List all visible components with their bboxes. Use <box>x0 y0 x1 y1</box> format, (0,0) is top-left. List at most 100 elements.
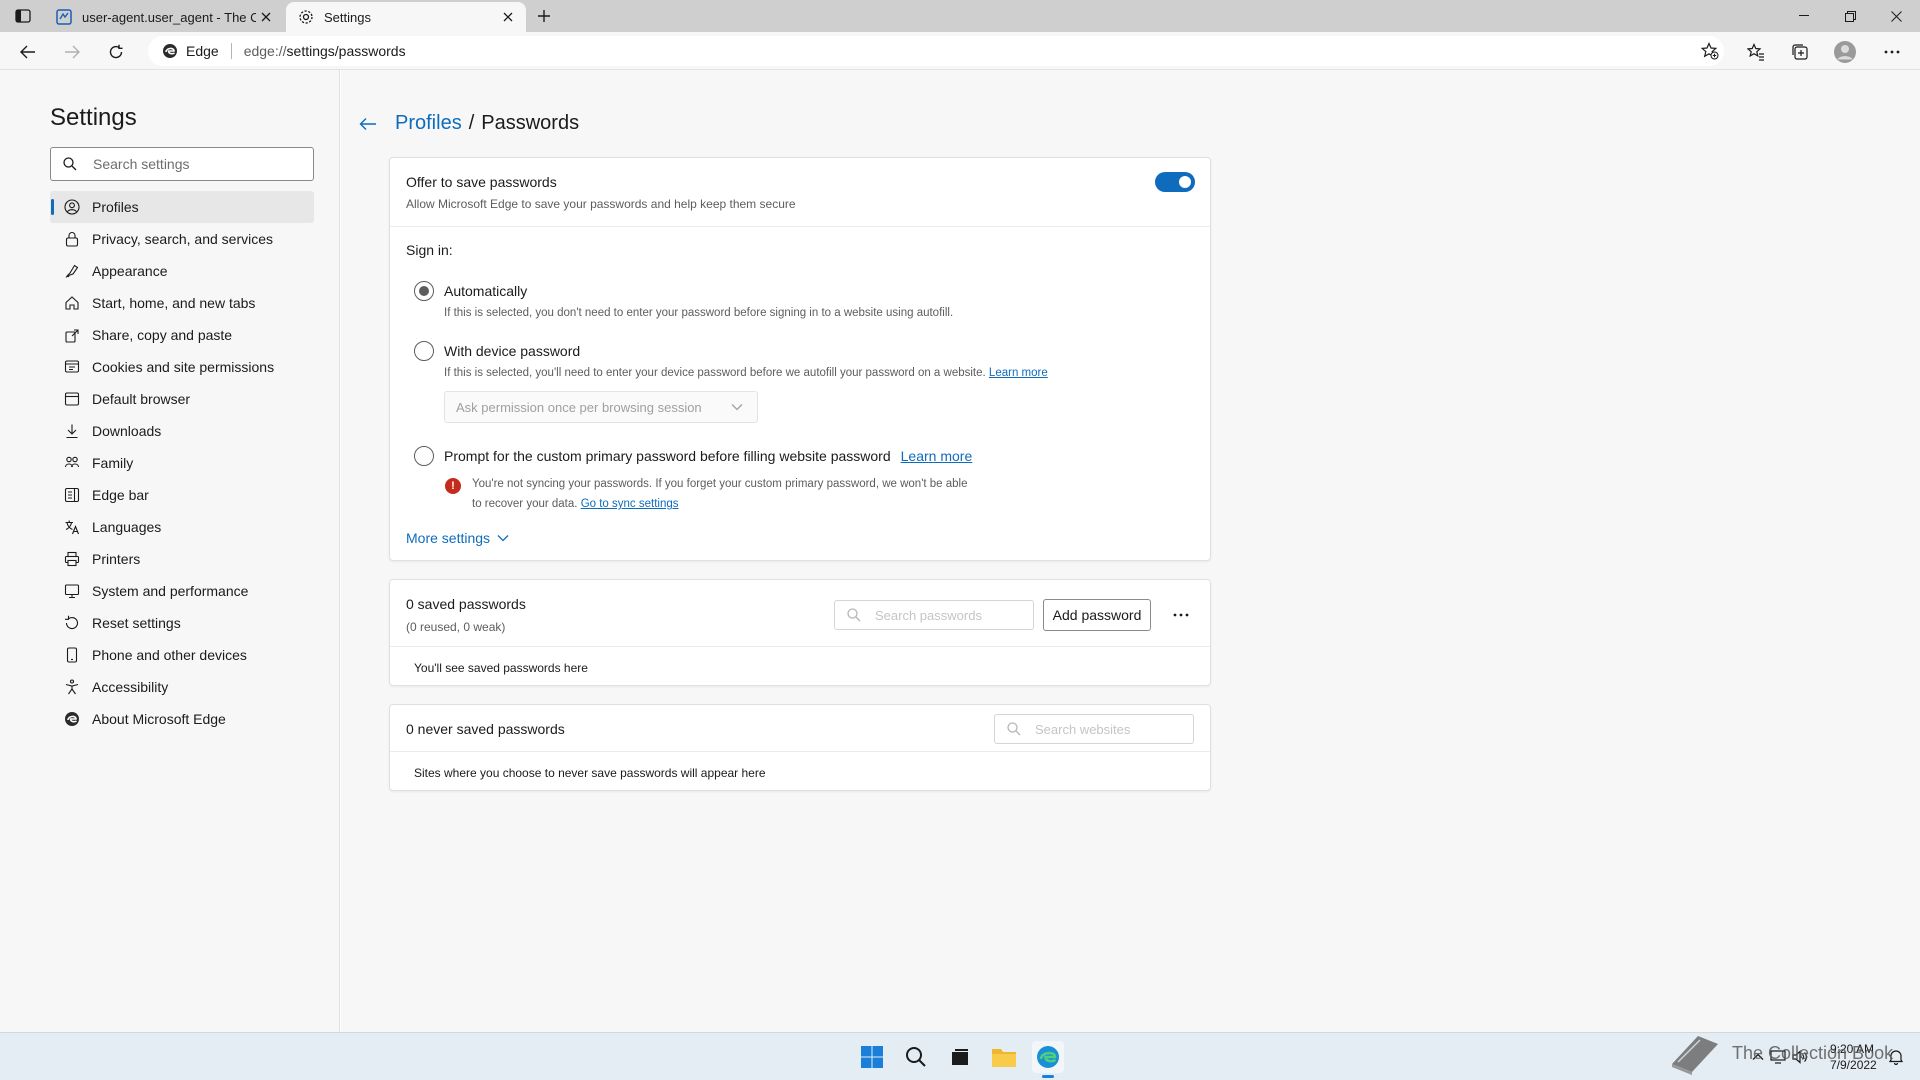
sidebar-item-share[interactable]: Share, copy and paste <box>50 319 314 351</box>
search-icon <box>847 608 861 622</box>
password-settings-card: Offer to save passwords Allow Microsoft … <box>389 157 1211 561</box>
custom-learn-more-link[interactable]: Learn more <box>901 448 973 464</box>
divider <box>390 226 1210 227</box>
forward-arrow-icon[interactable] <box>58 38 86 66</box>
never-saved-empty: Sites where you choose to never save pas… <box>414 766 766 780</box>
watermark-text: The Collection Book <box>1732 1042 1894 1063</box>
radio-dot <box>419 286 429 296</box>
saved-passwords-subtitle: (0 reused, 0 weak) <box>406 620 506 634</box>
radio-automatically[interactable] <box>414 281 434 301</box>
sidebar-item-privacy[interactable]: Privacy, search, and services <box>50 223 314 255</box>
sidebar-item-label: Start, home, and new tabs <box>92 295 256 311</box>
sidebar-item-default-browser[interactable]: Default browser <box>50 383 314 415</box>
breadcrumb-profiles-link[interactable]: Profiles <box>395 112 462 135</box>
restore-icon[interactable] <box>1827 0 1873 32</box>
back-arrow-icon[interactable] <box>14 38 42 66</box>
sidebar-item-profiles[interactable]: Profiles <box>50 191 314 223</box>
radio-custom-primary-password[interactable] <box>414 446 434 466</box>
more-menu-icon[interactable] <box>1878 38 1906 66</box>
close-window-icon[interactable] <box>1873 0 1919 32</box>
sidebar-item-system[interactable]: System and performance <box>50 575 314 607</box>
back-arrow-icon[interactable] <box>357 113 379 135</box>
search-websites-input[interactable]: Search websites <box>994 714 1194 744</box>
close-tab-icon[interactable] <box>498 7 518 27</box>
error-icon: ! <box>445 478 461 494</box>
automatically-desc: If this is selected, you don't need to e… <box>444 307 954 319</box>
minimize-icon[interactable] <box>1781 0 1827 32</box>
device-learn-more-link[interactable]: Learn more <box>989 367 1048 379</box>
sidebar-item-about[interactable]: About Microsoft Edge <box>50 703 314 735</box>
device-password-desc: If this is selected, you'll need to ente… <box>444 367 986 379</box>
search-icon[interactable] <box>900 1041 932 1073</box>
sidebar-item-languages[interactable]: Languages <box>50 511 314 543</box>
new-tab-plus-icon[interactable] <box>532 5 556 27</box>
phone-icon <box>64 647 80 663</box>
lock-icon <box>64 231 80 247</box>
collections-icon[interactable] <box>1786 38 1814 66</box>
sidebar-item-edge-bar[interactable]: Edge bar <box>50 479 314 511</box>
cookies-icon <box>64 359 80 375</box>
profile-avatar[interactable] <box>1831 38 1859 66</box>
sidebar-item-printers[interactable]: Printers <box>50 543 314 575</box>
tab-user-agent[interactable]: user-agent.user_agent - The Coll <box>44 2 284 32</box>
close-tab-icon[interactable] <box>256 7 276 27</box>
url-text: edge://settings/passwords <box>244 43 406 59</box>
search-settings-input[interactable]: Search settings <box>50 147 314 181</box>
sidebar-item-phone[interactable]: Phone and other devices <box>50 639 314 671</box>
more-options-icon[interactable] <box>1167 601 1195 629</box>
sidebar-item-label: Default browser <box>92 391 191 407</box>
sidebar-item-label: Privacy, search, and services <box>92 231 274 247</box>
add-password-button[interactable]: Add password <box>1043 599 1151 631</box>
sidebar-item-label: Accessibility <box>92 679 169 695</box>
task-view-icon[interactable] <box>944 1041 976 1073</box>
sidebar-item-downloads[interactable]: Downloads <box>50 415 314 447</box>
address-bar[interactable]: Edge edge://settings/passwords <box>148 36 1724 66</box>
radio-device-password[interactable] <box>414 341 434 361</box>
sidebar-item-reset[interactable]: Reset settings <box>50 607 314 639</box>
add-favorite-star-icon[interactable] <box>1696 39 1724 63</box>
windows-start-icon[interactable] <box>856 1041 888 1073</box>
sidebar-item-label: Reset settings <box>92 615 181 631</box>
sidebar-item-appearance[interactable]: Appearance <box>50 255 314 287</box>
go-to-sync-settings-link[interactable]: Go to sync settings <box>581 498 679 510</box>
refresh-icon[interactable] <box>102 38 130 66</box>
search-icon <box>1007 722 1021 736</box>
permission-dropdown-value: Ask permission once per browsing session <box>456 399 702 415</box>
language-icon <box>64 519 80 535</box>
taskbar: 9:20 AM 7/9/2022 <box>0 1032 1920 1080</box>
accessibility-icon <box>64 679 80 695</box>
tab-actions-icon[interactable] <box>13 7 33 25</box>
edge-taskbar-icon[interactable] <box>1032 1041 1064 1078</box>
sidebar-item-accessibility[interactable]: Accessibility <box>50 671 314 703</box>
sidebar-item-cookies[interactable]: Cookies and site permissions <box>50 351 314 383</box>
tab-title: Settings <box>324 9 371 25</box>
search-passwords-input[interactable]: Search passwords <box>834 600 1034 630</box>
permission-dropdown[interactable]: Ask permission once per browsing session <box>444 391 758 423</box>
tab-settings[interactable]: Settings <box>286 2 526 32</box>
book-logo-icon <box>1668 1030 1722 1076</box>
tab-strip: user-agent.user_agent - The Coll Setting… <box>0 0 1920 32</box>
more-settings-button[interactable]: More settings <box>406 530 509 546</box>
sidebar-item-label: Family <box>92 455 134 471</box>
custom-primary-line: Prompt for the custom primary password b… <box>444 448 972 464</box>
sidebar-item-label: Edge bar <box>92 487 149 503</box>
url-path: settings/passwords <box>286 43 406 59</box>
offer-save-toggle[interactable] <box>1155 172 1195 192</box>
sign-in-label: Sign in: <box>406 242 453 258</box>
settings-content: Profiles / Passwords Offer to save passw… <box>341 70 1920 1032</box>
edge-bar-icon <box>64 487 80 503</box>
settings-sidebar: Settings Search settings Profiles Privac… <box>0 70 340 1032</box>
device-password-title: With device password <box>444 343 581 359</box>
search-icon <box>63 157 79 171</box>
sidebar-item-family[interactable]: Family <box>50 447 314 479</box>
sidebar-item-start-home[interactable]: Start, home, and new tabs <box>50 287 314 319</box>
sidebar-title: Settings <box>50 104 137 131</box>
page-title: Passwords <box>481 112 580 134</box>
sidebar-item-label: Downloads <box>92 423 162 439</box>
tab-title: user-agent.user_agent - The Coll <box>82 9 256 25</box>
sidebar-item-label: Appearance <box>92 263 168 279</box>
file-explorer-icon[interactable] <box>988 1041 1020 1073</box>
search-websites-placeholder: Search websites <box>1035 721 1131 737</box>
favorites-icon[interactable] <box>1742 38 1770 66</box>
edge-icon <box>64 711 80 727</box>
